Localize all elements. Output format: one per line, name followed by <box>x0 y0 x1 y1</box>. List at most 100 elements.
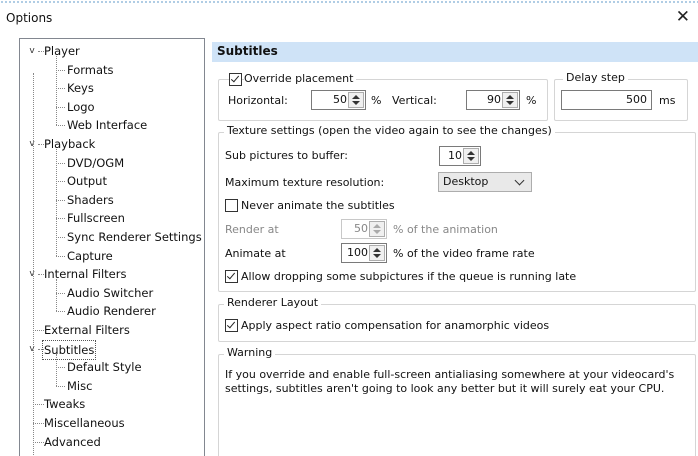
tree-item-label: Subtitles <box>42 339 97 360</box>
tree-item-label: Audio Switcher <box>67 285 154 300</box>
tree-connector <box>56 69 65 71</box>
close-icon[interactable]: ✕ <box>676 7 690 27</box>
tree-connector <box>33 441 44 443</box>
horizontal-label: Horizontal: <box>228 94 288 107</box>
override-placement-checkbox[interactable] <box>229 73 242 86</box>
window-title: Options <box>6 11 53 25</box>
delay-step-group: Delay step 500 ms <box>554 71 688 121</box>
allow-dropping-label: Allow dropping some subpictures if the q… <box>241 270 577 283</box>
spinner-arrows-icon[interactable] <box>502 92 518 108</box>
aspect-ratio-label: Apply aspect ratio compensation for anam… <box>241 319 550 332</box>
horizontal-spinner[interactable]: 50 <box>311 90 366 110</box>
tree-connector <box>56 125 65 127</box>
renderer-layout-group: Renderer Layout Apply aspect ratio compe… <box>218 296 696 342</box>
vertical-spinner[interactable]: 90 <box>466 90 520 110</box>
tree-connector <box>33 404 44 406</box>
warning-line-1: If you override and enable full-screen a… <box>225 368 675 381</box>
never-animate-checkbox[interactable] <box>225 199 238 212</box>
tree-item-keys[interactable]: Keys <box>20 79 204 97</box>
spinner-arrows-icon[interactable] <box>369 245 385 261</box>
delay-step-title: Delay step <box>563 71 628 84</box>
render-at-value: 50 <box>354 222 368 235</box>
max-texture-resolution-value: Desktop <box>443 175 489 188</box>
tree-item-shaders[interactable]: Shaders <box>20 191 204 209</box>
chevron-down-icon[interactable]: v <box>27 344 37 354</box>
tree-item-playback[interactable]: v Playback <box>20 135 204 153</box>
tree-item-fullscreen[interactable]: Fullscreen <box>20 209 204 227</box>
max-texture-resolution-select[interactable]: Desktop <box>438 172 532 192</box>
tree-item-audio-renderer[interactable]: Audio Renderer <box>20 302 204 320</box>
tree-item-advanced[interactable]: Advanced <box>20 433 204 451</box>
options-tree[interactable]: v Player Formats Keys Logo Web Interface v Play… <box>19 38 205 456</box>
tree-connector <box>56 181 65 183</box>
tree-item-subtitles[interactable]: v Subtitles <box>20 339 204 360</box>
tree-item-label: Sync Renderer Settings <box>67 230 202 244</box>
spinner-arrows-icon[interactable] <box>348 92 364 108</box>
tree-connector <box>56 88 65 90</box>
tree-connector <box>56 385 65 387</box>
chevron-down-icon[interactable]: v <box>27 269 37 279</box>
tree-item-label: Player <box>44 44 80 58</box>
horizontal-value: 50 <box>333 93 347 106</box>
options-window: Options ✕ v Player Formats Keys Logo Web Inte… <box>0 0 698 456</box>
tree-item-default-style[interactable]: Default Style <box>20 358 204 376</box>
allow-dropping-checkbox[interactable] <box>225 270 238 283</box>
tree-item-logo[interactable]: Logo <box>20 98 204 116</box>
tree-item-label: Formats <box>67 62 114 77</box>
tree-item-sync-renderer-settings[interactable]: Sync Renderer Settings <box>20 228 204 246</box>
tree-item-label: Tweaks <box>44 397 86 412</box>
chevron-down-icon[interactable]: v <box>27 46 37 56</box>
vertical-unit: % <box>526 94 537 107</box>
render-at-suffix: % of the animation <box>393 223 498 236</box>
aspect-ratio-checkbox[interactable] <box>225 319 238 332</box>
tree-item-label: Shaders <box>67 192 114 207</box>
chevron-down-icon <box>514 175 525 186</box>
sub-pictures-label: Sub pictures to buffer: <box>225 149 348 162</box>
tree-connector <box>56 218 65 220</box>
tree-item-audio-switcher[interactable]: Audio Switcher <box>20 284 204 302</box>
subtitles-panel: Subtitles Override placement Horizontal:… <box>212 38 698 456</box>
tree-item-web-interface[interactable]: Web Interface <box>20 116 204 134</box>
render-at-label: Render at <box>225 223 279 236</box>
tree-connector <box>33 423 44 424</box>
tree-item-internal-filters[interactable]: v Internal Filters <box>20 265 204 283</box>
tree-item-label: Output <box>67 174 107 189</box>
tree-item-tweaks[interactable]: Tweaks <box>20 395 204 413</box>
tree-item-label: Miscellaneous <box>44 416 125 430</box>
tree-item-output[interactable]: Output <box>20 172 204 190</box>
animate-at-suffix: % of the video frame rate <box>393 247 535 260</box>
tree-item-formats[interactable]: Formats <box>20 61 204 79</box>
tree-item-capture[interactable]: Capture <box>20 247 204 265</box>
tree-item-miscellaneous[interactable]: Miscellaneous <box>20 414 204 432</box>
spinner-arrows-icon[interactable] <box>463 148 479 164</box>
never-animate-label: Never animate the subtitles <box>241 199 395 212</box>
animate-at-spinner[interactable]: 100 <box>341 243 387 263</box>
tree-item-label: External Filters <box>44 323 130 337</box>
tree-item-label: Web Interface <box>67 118 148 133</box>
spinner-arrows-icon[interactable] <box>369 221 385 237</box>
tree-connector <box>56 367 65 369</box>
tree-connector <box>33 330 44 331</box>
render-at-spinner[interactable]: 50 <box>341 219 387 239</box>
tree-item-misc[interactable]: Misc <box>20 377 204 395</box>
animate-at-value: 100 <box>347 246 368 259</box>
tree-item-external-filters[interactable]: External Filters <box>20 321 204 339</box>
sub-pictures-spinner[interactable]: 10 <box>439 146 481 166</box>
delay-step-value: 500 <box>626 93 647 106</box>
delay-step-input[interactable]: 500 <box>561 90 652 110</box>
tree-item-dvd-ogm[interactable]: DVD/OGM <box>20 154 204 172</box>
texture-settings-title: Texture settings (open the video again t… <box>224 124 555 137</box>
warning-line-2: settings, subtitles aren't going to look… <box>225 382 665 395</box>
vertical-value: 90 <box>487 93 501 106</box>
chevron-down-icon[interactable]: v <box>27 139 37 149</box>
tree-child-line <box>56 56 57 126</box>
tree-connector <box>56 292 65 294</box>
tree-item-label: Default Style <box>67 360 142 375</box>
tree-item-label: Misc <box>67 378 93 393</box>
tree-child-line <box>56 353 57 386</box>
tree-item-label: DVD/OGM <box>67 155 125 170</box>
tree-root-line <box>33 73 34 456</box>
tree-item-label: Playback <box>44 137 96 151</box>
tree-connector <box>56 106 65 108</box>
tree-item-player[interactable]: v Player <box>20 42 204 60</box>
